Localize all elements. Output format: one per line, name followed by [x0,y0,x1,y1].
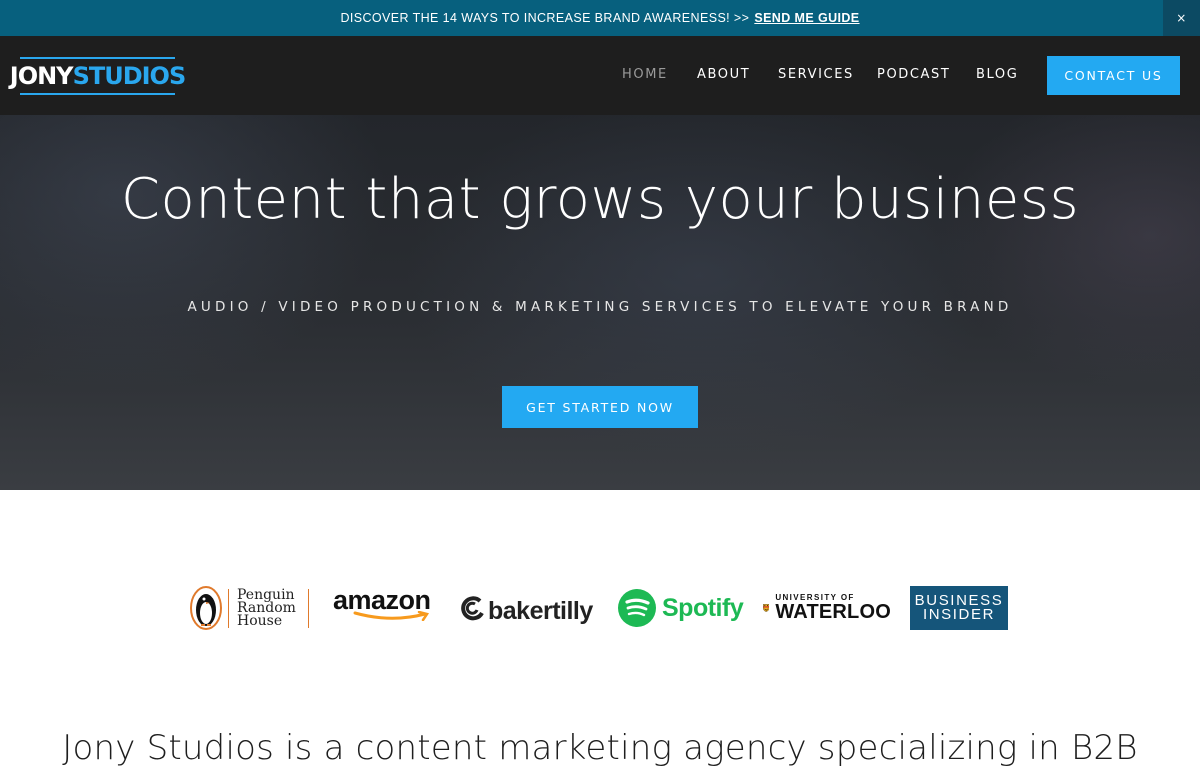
waterloo-text: UNIVERSITY OF WATERLOO [775,594,891,623]
nav-services[interactable]: SERVICES [778,67,854,82]
amazon-smile-icon [353,611,430,621]
logo-text-jony: JONY [9,62,74,90]
penguin-random-house-text: Penguin Random House [228,588,309,629]
close-icon: × [1176,11,1187,25]
client-logos: Penguin Random House amazon bakertilly S… [0,490,1200,690]
contact-us-button[interactable]: CONTACT US [1047,56,1180,95]
close-announcement-button[interactable]: × [1163,0,1200,36]
penguin-icon [190,586,222,630]
spotify-wordmark: Spotify [662,593,744,622]
amazon-logo: amazon [333,585,439,631]
bakertilly-wordmark: bakertilly [488,596,593,625]
university-of-waterloo-logo: UNIVERSITY OF WATERLOO [763,585,891,631]
bakertilly-logo: bakertilly [460,585,598,631]
nav-home[interactable]: HOME [622,67,668,82]
waterloo-wordmark: WATERLOO [775,601,891,623]
waterloo-crest-icon [763,604,770,612]
spotify-logo: Spotify [618,585,746,631]
bakertilly-swirl-icon [461,596,484,621]
nav-blog[interactable]: BLOG [976,67,1018,82]
business-insider-logo: BUSINESS INSIDER [910,586,1008,630]
insider-word: INSIDER [922,606,996,623]
penguin-random-house-logo: Penguin Random House [190,585,310,631]
hero-subtitle: AUDIO / VIDEO PRODUCTION & MARKETING SER… [187,299,1013,315]
site-header: JONY STUDIOS HOME ABOUT SERVICES PODCAST … [0,36,1200,115]
site-logo[interactable]: JONY STUDIOS [10,57,186,95]
announcement-bar: DISCOVER THE 14 WAYS TO INCREASE BRAND A… [0,0,1200,36]
house-word: House [237,612,283,629]
hero-section: Content that grows your business AUDIO /… [0,115,1200,490]
send-me-guide-link[interactable]: SEND ME GUIDE [754,11,859,25]
intro-heading: Jony Studios is a content marketing agen… [62,728,1138,768]
nav-podcast[interactable]: PODCAST [877,67,950,82]
logo-text-studios: STUDIOS [72,62,187,90]
nav-about[interactable]: ABOUT [697,67,750,82]
announcement-text: DISCOVER THE 14 WAYS TO INCREASE BRAND A… [340,11,750,25]
spotify-icon [618,589,656,627]
hero-title: Content that grows your business [120,167,1080,232]
get-started-button[interactable]: GET STARTED NOW [502,386,698,428]
